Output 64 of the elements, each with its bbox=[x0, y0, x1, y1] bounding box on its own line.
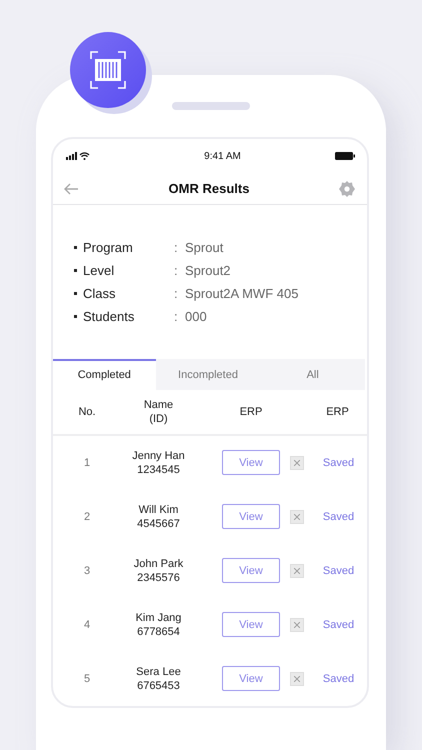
bullet-icon bbox=[74, 315, 77, 318]
student-id: 6765453 bbox=[137, 678, 180, 693]
info-separator: : bbox=[174, 309, 179, 324]
row-number: 2 bbox=[84, 510, 90, 523]
info-value: Sprout2 bbox=[185, 263, 231, 278]
close-button[interactable] bbox=[290, 510, 304, 524]
student-name: Sera Lee bbox=[136, 664, 181, 679]
student-name: Jenny Han bbox=[132, 448, 185, 463]
close-button[interactable] bbox=[290, 456, 304, 470]
column-header: ERP bbox=[326, 404, 349, 419]
info-value: Sprout bbox=[185, 240, 224, 256]
view-button[interactable]: View bbox=[222, 666, 280, 692]
student-name: Will Kim bbox=[138, 502, 178, 517]
student-name: Kim Jang bbox=[136, 610, 182, 625]
info-label: Level bbox=[83, 263, 116, 278]
back-arrow-icon[interactable] bbox=[63, 182, 79, 195]
bullet-icon bbox=[74, 269, 77, 272]
column-header: Name (ID) bbox=[144, 398, 174, 426]
view-button[interactable]: View bbox=[222, 612, 280, 638]
status-text: Saved bbox=[322, 510, 354, 523]
status-text: Saved bbox=[322, 564, 354, 577]
tab[interactable]: Incompleted bbox=[156, 359, 260, 390]
student-id: 2345576 bbox=[137, 570, 180, 585]
close-icon bbox=[294, 676, 300, 682]
status-text: Saved bbox=[322, 456, 354, 469]
close-button[interactable] bbox=[290, 564, 304, 578]
status-time: 9:41 AM bbox=[203, 150, 242, 162]
info-separator: : bbox=[174, 286, 179, 302]
row-number: 5 bbox=[84, 672, 90, 685]
row-number: 4 bbox=[84, 618, 90, 631]
tab[interactable]: Completed bbox=[53, 359, 156, 390]
row-number: 3 bbox=[84, 564, 90, 577]
bullet-icon bbox=[74, 292, 77, 296]
info-value: 000 bbox=[185, 309, 207, 324]
battery-icon bbox=[335, 152, 355, 160]
row-number: 1 bbox=[84, 456, 90, 469]
status-text: Saved bbox=[322, 672, 354, 685]
student-name: John Park bbox=[134, 556, 184, 571]
tab[interactable]: All bbox=[260, 359, 366, 390]
close-icon bbox=[294, 460, 300, 466]
close-button[interactable] bbox=[290, 618, 304, 632]
status-text: Saved bbox=[322, 618, 354, 631]
close-icon bbox=[294, 568, 300, 574]
info-separator: : bbox=[174, 240, 179, 256]
info-label: Program bbox=[83, 240, 134, 256]
info-separator: : bbox=[174, 263, 179, 278]
info-value: Sprout2A MWF 405 bbox=[185, 286, 298, 302]
view-button[interactable]: View bbox=[222, 504, 280, 530]
view-button[interactable]: View bbox=[222, 450, 280, 476]
close-button[interactable] bbox=[290, 672, 304, 686]
view-button[interactable]: View bbox=[222, 558, 280, 584]
student-id: 6778654 bbox=[137, 624, 180, 639]
column-header: No. bbox=[78, 404, 96, 419]
student-id: 1234545 bbox=[137, 462, 180, 477]
close-icon bbox=[294, 622, 300, 628]
info-label: Students bbox=[83, 309, 136, 324]
info-label: Class bbox=[83, 286, 117, 302]
column-header: ERP bbox=[240, 404, 262, 419]
settings-icon[interactable] bbox=[339, 180, 355, 197]
screen-title: OMR Results bbox=[168, 181, 250, 196]
student-id: 4545667 bbox=[137, 516, 180, 531]
bullet-icon bbox=[74, 246, 77, 250]
close-icon bbox=[294, 514, 300, 520]
signal-wifi-icon bbox=[66, 152, 92, 160]
